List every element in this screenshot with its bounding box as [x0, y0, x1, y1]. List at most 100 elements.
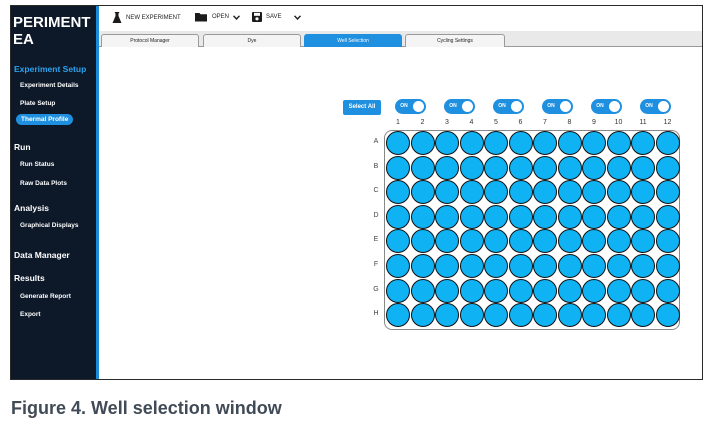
well-h11[interactable]	[631, 303, 655, 328]
well-h4[interactable]	[459, 303, 484, 328]
column-pair-toggle-6[interactable]: ON	[640, 99, 672, 114]
well-b11[interactable]	[631, 155, 655, 180]
well-g7[interactable]	[533, 278, 557, 303]
well-h6[interactable]	[508, 303, 533, 328]
well-e10[interactable]	[606, 229, 631, 254]
well-a11[interactable]	[631, 131, 655, 155]
well-h3[interactable]	[435, 303, 459, 328]
well-h2[interactable]	[410, 303, 435, 328]
well-b4[interactable]	[459, 155, 484, 180]
new-experiment-button[interactable]: NEW EXPERIMENT	[112, 12, 181, 24]
well-a6[interactable]	[508, 131, 533, 155]
well-a2[interactable]	[410, 131, 435, 155]
well-a10[interactable]	[606, 131, 631, 155]
sidebar-section-experiment-setup[interactable]: Experiment Setup	[14, 64, 86, 74]
well-c2[interactable]	[410, 180, 435, 205]
well-g4[interactable]	[459, 278, 484, 303]
well-a3[interactable]	[435, 131, 459, 155]
well-e9[interactable]	[582, 229, 606, 254]
well-e4[interactable]	[459, 229, 484, 254]
well-h9[interactable]	[582, 303, 606, 328]
tab-dye[interactable]: Dye	[203, 34, 301, 47]
well-c11[interactable]	[631, 180, 655, 205]
well-a1[interactable]	[386, 131, 410, 155]
open-button[interactable]: OPEN	[195, 12, 241, 22]
well-d8[interactable]	[557, 204, 582, 229]
well-g6[interactable]	[508, 278, 533, 303]
well-d7[interactable]	[533, 204, 557, 229]
well-e6[interactable]	[508, 229, 533, 254]
column-pair-toggle-1[interactable]: ON	[395, 99, 427, 114]
well-h5[interactable]	[484, 303, 508, 328]
well-g9[interactable]	[582, 278, 606, 303]
well-b12[interactable]	[655, 155, 680, 180]
well-f5[interactable]	[484, 254, 508, 278]
sidebar-item-experiment-details[interactable]: Experiment Details	[20, 82, 79, 89]
well-a5[interactable]	[484, 131, 508, 155]
well-g12[interactable]	[655, 278, 680, 303]
well-g3[interactable]	[435, 278, 459, 303]
well-b8[interactable]	[557, 155, 582, 180]
well-e1[interactable]	[386, 229, 410, 254]
sidebar-item-export[interactable]: Export	[20, 311, 41, 318]
well-g8[interactable]	[557, 278, 582, 303]
well-c12[interactable]	[655, 180, 680, 205]
well-d3[interactable]	[435, 204, 459, 229]
well-e5[interactable]	[484, 229, 508, 254]
well-h1[interactable]	[386, 303, 410, 328]
select-all-button[interactable]: Select All	[343, 100, 381, 115]
well-c4[interactable]	[459, 180, 484, 205]
sidebar-item-generate-report[interactable]: Generate Report	[20, 293, 71, 300]
well-b6[interactable]	[508, 155, 533, 180]
well-e8[interactable]	[557, 229, 582, 254]
well-c3[interactable]	[435, 180, 459, 205]
well-d1[interactable]	[386, 204, 410, 229]
well-e12[interactable]	[655, 229, 680, 254]
well-g2[interactable]	[410, 278, 435, 303]
well-g5[interactable]	[484, 278, 508, 303]
well-d6[interactable]	[508, 204, 533, 229]
well-d11[interactable]	[631, 204, 655, 229]
well-f9[interactable]	[582, 254, 606, 278]
well-g10[interactable]	[606, 278, 631, 303]
well-e7[interactable]	[533, 229, 557, 254]
well-a7[interactable]	[533, 131, 557, 155]
well-c5[interactable]	[484, 180, 508, 205]
well-b5[interactable]	[484, 155, 508, 180]
well-c8[interactable]	[557, 180, 582, 205]
well-g1[interactable]	[386, 278, 410, 303]
well-f8[interactable]	[557, 254, 582, 278]
well-a9[interactable]	[582, 131, 606, 155]
well-h8[interactable]	[557, 303, 582, 328]
sidebar-section-data-manager[interactable]: Data Manager	[14, 250, 70, 260]
well-d5[interactable]	[484, 204, 508, 229]
well-b10[interactable]	[606, 155, 631, 180]
well-d12[interactable]	[655, 204, 680, 229]
well-h10[interactable]	[606, 303, 631, 328]
save-button[interactable]: SAVE	[252, 12, 301, 22]
well-b3[interactable]	[435, 155, 459, 180]
well-d10[interactable]	[606, 204, 631, 229]
well-a8[interactable]	[557, 131, 582, 155]
well-e11[interactable]	[631, 229, 655, 254]
well-c1[interactable]	[386, 180, 410, 205]
column-pair-toggle-4[interactable]: ON	[542, 99, 574, 114]
well-f11[interactable]	[631, 254, 655, 278]
well-g11[interactable]	[631, 278, 655, 303]
well-d9[interactable]	[582, 204, 606, 229]
well-f3[interactable]	[435, 254, 459, 278]
column-pair-toggle-3[interactable]: ON	[493, 99, 525, 114]
sidebar-section-run[interactable]: Run	[14, 142, 31, 152]
well-b7[interactable]	[533, 155, 557, 180]
well-e2[interactable]	[410, 229, 435, 254]
sidebar-section-analysis[interactable]: Analysis	[14, 203, 49, 213]
well-h12[interactable]	[655, 303, 680, 328]
column-pair-toggle-2[interactable]: ON	[444, 99, 476, 114]
sidebar-item-run-status[interactable]: Run Status	[20, 161, 54, 168]
well-b1[interactable]	[386, 155, 410, 180]
well-c6[interactable]	[508, 180, 533, 205]
sidebar-item-plate-setup[interactable]: Plate Setup	[20, 100, 55, 107]
well-h7[interactable]	[533, 303, 557, 328]
well-f2[interactable]	[410, 254, 435, 278]
well-e3[interactable]	[435, 229, 459, 254]
